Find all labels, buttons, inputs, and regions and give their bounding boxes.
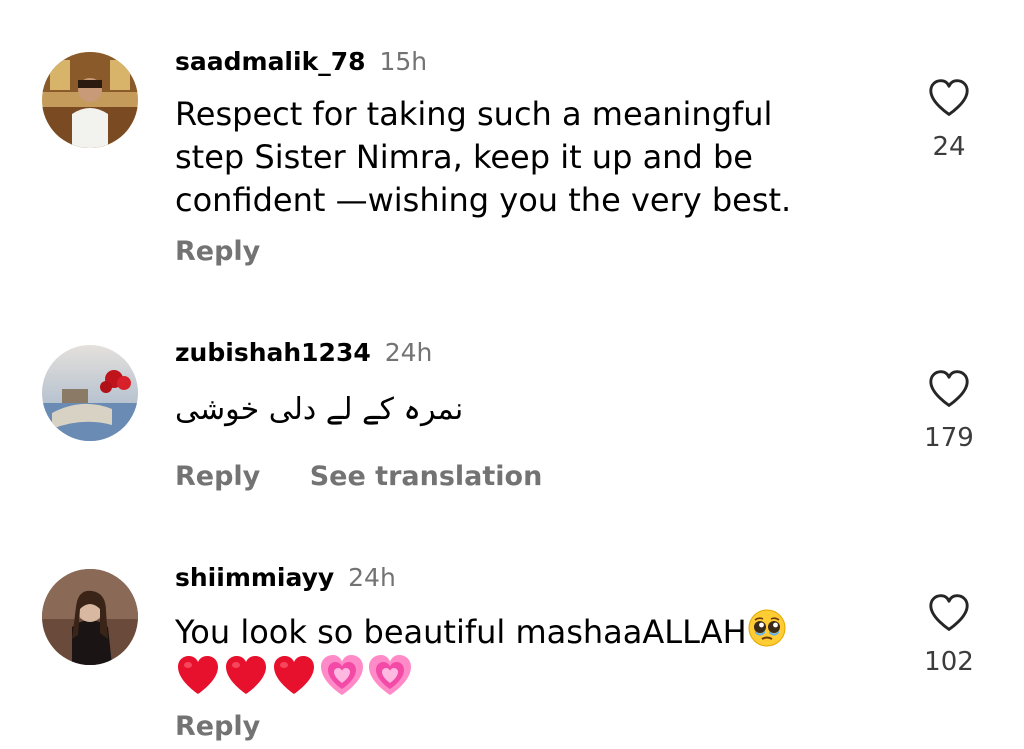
- red-heart-emoji: [226, 656, 266, 694]
- heart-outline-icon[interactable]: [927, 593, 971, 633]
- comment-actions: Reply: [175, 710, 260, 744]
- emoji-line: [175, 653, 415, 699]
- avatar[interactable]: [42, 569, 138, 665]
- like-count: 102: [924, 647, 974, 677]
- timestamp: 24h: [348, 563, 396, 592]
- comment-text-content: You look so beautiful mashaaALLAH: [175, 613, 747, 651]
- like-control: 102: [918, 593, 980, 677]
- username[interactable]: shiimmiayy: [175, 563, 334, 592]
- comment-item: shiimmiayy 24h You look so beautiful mas…: [0, 0, 1024, 749]
- pleading-face-emoji: [748, 609, 786, 647]
- red-heart-emoji: [274, 656, 314, 694]
- comment-text-line: You look so beautiful mashaaALLAH: [175, 608, 787, 654]
- comment-text: You look so beautiful mashaaALLAH: [175, 608, 787, 654]
- growing-heart-emoji: [321, 655, 363, 695]
- growing-heart-emoji: [369, 655, 411, 695]
- reply-button[interactable]: Reply: [175, 711, 260, 742]
- red-heart-emoji: [178, 656, 218, 694]
- comment-meta: shiimmiayy 24h: [175, 563, 396, 593]
